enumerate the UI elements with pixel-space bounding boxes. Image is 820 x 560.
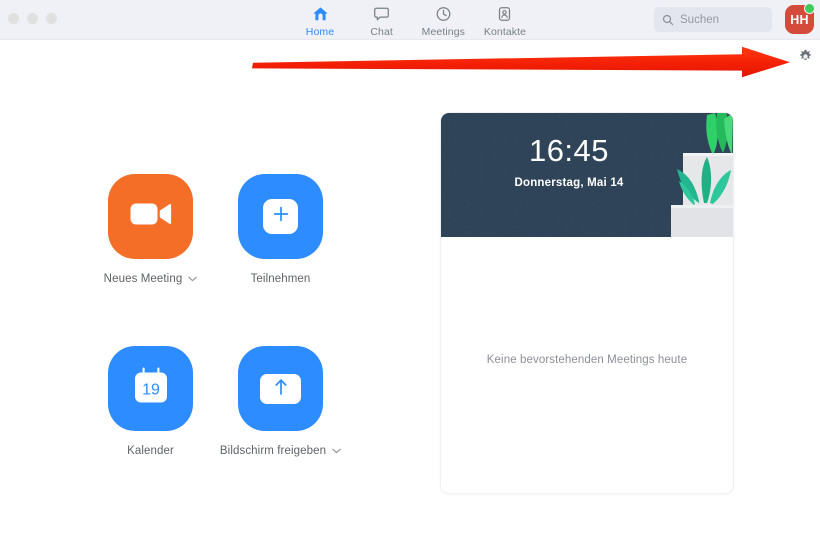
new-meeting-tile[interactable] (108, 174, 193, 259)
action-label: Kalender (127, 445, 174, 457)
join-label-row: Teilnehmen (251, 273, 311, 285)
action-teilnehmen[interactable]: Teilnehmen (238, 174, 323, 285)
action-bildschirm-freigeben[interactable]: Bildschirm freigeben (220, 346, 341, 457)
calendar-label-row: Kalender (127, 445, 174, 457)
main-navigation: Home Chat Meetings Kontakte (290, 3, 535, 40)
chat-bubble-icon (373, 5, 390, 23)
action-label: Bildschirm freigeben (219, 445, 327, 457)
chevron-down-icon[interactable] (332, 448, 341, 454)
search-icon (662, 14, 674, 26)
empty-state-message: Keine bevorstehenden Meetings heute (486, 354, 688, 366)
plus-icon (272, 205, 290, 228)
potted-plant-illustration (655, 113, 733, 237)
action-label: Teilnehmen (250, 273, 311, 285)
action-row-top: Neues Meeting Teilnehmen (104, 174, 368, 285)
tab-meetings-label: Meetings (421, 26, 466, 38)
share-label-row: Bildschirm freigeben (220, 445, 341, 457)
window-controls (8, 13, 57, 24)
search-box[interactable] (654, 7, 772, 32)
share-inner-screen (260, 373, 301, 404)
search-input[interactable] (680, 13, 770, 26)
status-badge (804, 3, 815, 14)
new-meeting-label-row: Neues Meeting (104, 273, 198, 285)
annotation-arrow (250, 46, 795, 78)
calendar-icon: 19 (131, 365, 171, 412)
contact-card-icon (496, 5, 513, 23)
tab-meetings[interactable]: Meetings (413, 3, 473, 38)
share-screen-tile[interactable] (238, 346, 323, 431)
action-kalender[interactable]: 19 Kalender (108, 346, 193, 457)
action-row-bottom: 19 Kalender Bildschirm freigeben (108, 346, 368, 457)
chevron-down-icon[interactable] (188, 276, 198, 282)
meetings-list-body: Keine bevorstehenden Meetings heute (441, 237, 733, 493)
tab-kontakte[interactable]: Kontakte (475, 3, 535, 38)
minimize-window-button[interactable] (27, 13, 38, 24)
action-label: Neues Meeting (103, 273, 183, 285)
settings-button[interactable] (797, 49, 813, 69)
tab-kontakte-label: Kontakte (483, 26, 527, 38)
close-window-button[interactable] (8, 13, 19, 24)
clock-hero-banner: 16:45 Donnerstag, Mai 14 (441, 113, 733, 237)
share-screen-arrow-icon (273, 377, 289, 401)
clock-icon (435, 5, 452, 23)
tab-chat[interactable]: Chat (352, 3, 412, 38)
upcoming-meetings-card: 16:45 Donnerstag, Mai 14 Keine bevorsteh… (440, 112, 734, 494)
title-bar: Home Chat Meetings Kontakte Suchen HH (0, 0, 820, 40)
gear-icon (798, 49, 813, 69)
home-icon (312, 5, 329, 23)
join-inner-square (263, 199, 298, 234)
tab-home-label: Home (305, 26, 335, 38)
video-camera-icon (130, 200, 172, 233)
join-meeting-tile[interactable] (238, 174, 323, 259)
home-action-grid: Neues Meeting Teilnehmen 19 Kalender Bil… (104, 174, 368, 457)
calendar-day-number: 19 (142, 382, 160, 399)
calendar-tile[interactable]: 19 (108, 346, 193, 431)
avatar[interactable]: HH (785, 3, 815, 34)
maximize-window-button[interactable] (46, 13, 57, 24)
tab-chat-label: Chat (370, 26, 393, 38)
tab-home[interactable]: Home (290, 3, 350, 38)
action-neues-meeting[interactable]: Neues Meeting (104, 174, 198, 285)
